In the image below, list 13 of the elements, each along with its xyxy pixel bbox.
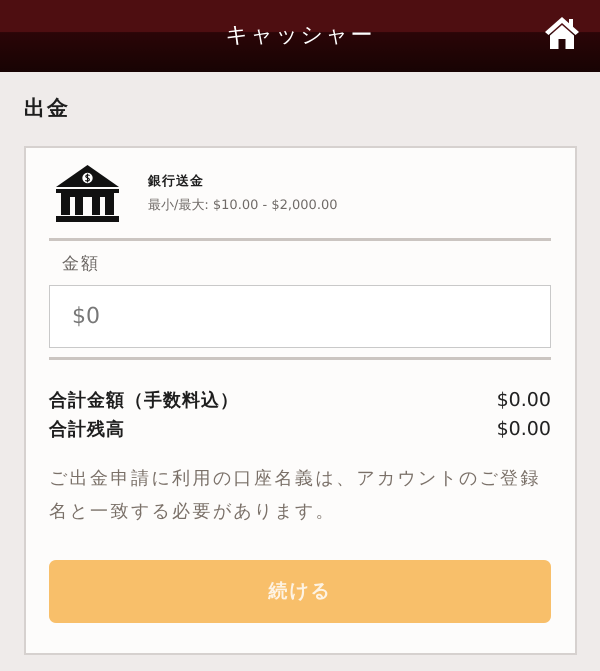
- total-label: 合計金額（手数料込）: [49, 389, 239, 413]
- amount-label: 金額: [62, 253, 100, 275]
- notice-text: ご出金申請に利用の口座名義は、アカウントのご登録名と一致する必要があります。: [49, 467, 542, 524]
- bank-icon: [55, 165, 120, 222]
- home-icon[interactable]: [544, 16, 580, 50]
- method-name: 銀行送金: [148, 174, 204, 190]
- total-value: $0.00: [496, 388, 551, 413]
- total-value: $0.00: [496, 417, 551, 442]
- page-title: 出金: [24, 95, 70, 121]
- amount-field[interactable]: $0: [49, 285, 551, 348]
- total-label: 合計残高: [49, 418, 125, 442]
- limits-text: 最小/最大: $10.00 - $2,000.00: [148, 198, 338, 214]
- header-title: キャッシャー: [226, 25, 374, 47]
